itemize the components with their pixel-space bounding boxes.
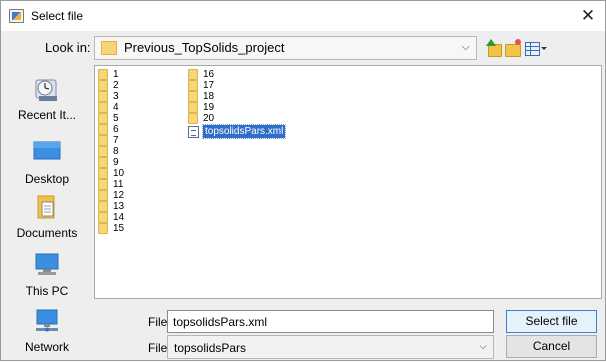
folder-item[interactable]: 18 [188,91,285,102]
folder-icon [98,124,108,135]
chevron-down-icon: ⌵ [479,341,487,352]
folder-item[interactable]: 1 [98,69,124,80]
folder-item[interactable]: 14 [98,212,124,223]
place-recent-items[interactable]: Recent It... [7,76,87,122]
folder-icon [98,168,108,179]
file-column-2: 16 17 18 19 20 topsolidsPars.xml [188,69,287,139]
folder-item[interactable]: 9 [98,157,124,168]
folder-icon [98,69,108,80]
file-list-pane[interactable]: 1 2 3 4 5 6 7 8 9 10 11 12 13 14 15 16 1… [94,65,602,299]
look-in-value: Previous_TopSolids_project [124,40,285,55]
new-folder-icon[interactable] [503,38,523,58]
title-bar: Select file ✕ [1,1,605,31]
chevron-down-icon: ⌵ [461,41,470,53]
place-desktop[interactable]: Desktop [7,140,87,186]
folder-icon [98,135,108,146]
file-type-dropdown[interactable]: topsolidsPars ⌵ [167,335,494,359]
places-bar: Recent It... Desktop Documents This PC N… [7,64,87,362]
window-title: Select file [31,9,84,23]
folder-item[interactable]: 6 [98,124,124,135]
folder-icon [98,146,108,157]
documents-icon [31,194,63,222]
folder-item[interactable]: 19 [188,102,285,113]
folder-icon [98,157,108,168]
folder-item[interactable]: 4 [98,102,124,113]
folder-item[interactable]: 17 [188,80,285,91]
folder-item[interactable]: 5 [98,113,124,124]
place-label: Network [24,340,69,354]
folder-item[interactable]: 15 [98,223,124,234]
file-name-input[interactable] [167,310,494,333]
up-one-level-icon[interactable] [483,38,503,58]
place-network[interactable]: Network [7,308,87,354]
desktop-icon [31,140,63,168]
this-pc-icon [31,252,63,280]
recent-items-icon [31,76,63,104]
folder-item[interactable]: 16 [188,69,285,80]
folder-item[interactable]: 10 [98,168,124,179]
folder-item[interactable]: 2 [98,80,124,91]
folder-icon [98,113,108,124]
view-menu-icon[interactable] [523,38,549,58]
file-chooser-dialog: Select file ✕ Look in: Previous_TopSolid… [0,0,606,361]
place-this-pc[interactable]: This PC [7,252,87,298]
folder-icon [98,201,108,212]
folder-icon [188,80,198,91]
folder-icon [101,41,117,55]
network-icon [31,308,63,336]
folder-item[interactable]: 12 [98,190,124,201]
place-label: Desktop [24,172,70,186]
folder-item[interactable]: 7 [98,135,124,146]
folder-icon [188,102,198,113]
file-column-1: 1 2 3 4 5 6 7 8 9 10 11 12 13 14 15 [98,69,124,234]
folder-item[interactable]: 11 [98,179,124,190]
file-item-selected[interactable]: topsolidsPars.xml [188,124,287,139]
look-in-dropdown[interactable]: Previous_TopSolids_project ⌵ [94,36,477,60]
folder-icon [98,102,108,113]
folder-icon [188,69,198,80]
folder-icon [98,80,108,91]
folder-icon [98,179,108,190]
folder-item[interactable]: 3 [98,91,124,102]
folder-icon [188,91,198,102]
folder-icon [188,113,198,124]
folder-icon [98,91,108,102]
file-type-value: topsolidsPars [174,341,247,355]
folder-item[interactable]: 20 [188,113,285,124]
place-label: This PC [25,284,69,298]
place-documents[interactable]: Documents [7,194,87,240]
folder-icon [98,223,108,234]
place-label: Recent It... [17,108,77,122]
place-label: Documents [16,226,78,240]
xml-file-icon [188,125,199,138]
java-app-icon [9,9,24,23]
folder-item[interactable]: 8 [98,146,124,157]
folder-icon [98,212,108,223]
folder-icon [98,190,108,201]
cancel-button[interactable]: Cancel [506,335,597,358]
close-icon[interactable]: ✕ [577,6,599,26]
folder-item[interactable]: 13 [98,201,124,212]
select-file-button[interactable]: Select file [506,310,597,333]
look-in-label: Look in: [45,40,91,55]
